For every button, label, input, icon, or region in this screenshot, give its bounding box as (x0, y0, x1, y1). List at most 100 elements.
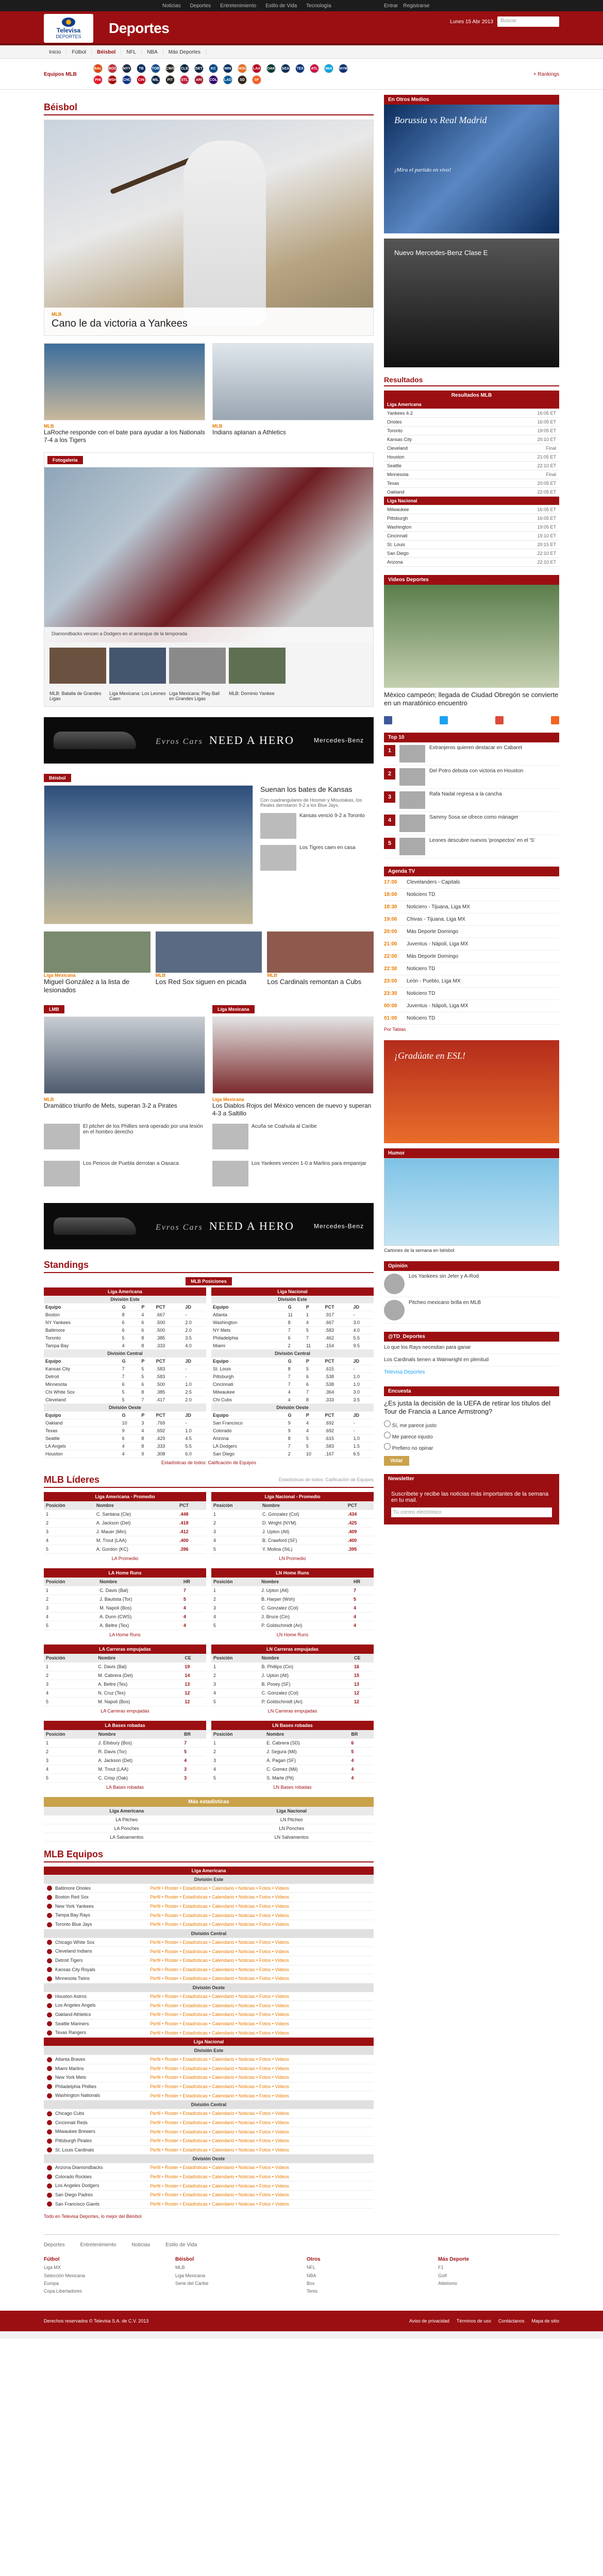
bottom-link[interactable]: Términos de uso (457, 2318, 491, 2324)
table-row[interactable]: 1 C. Santana (Cle) .448 (44, 1510, 206, 1519)
team-links[interactable]: Perfil • Roster • Estadísticas • Calenda… (147, 1892, 374, 1902)
player-name[interactable]: A. Beltre (Tex) (97, 1621, 181, 1630)
player-name[interactable]: A. Pagan (SF) (264, 1756, 349, 1765)
team-logo-icon[interactable]: NYM (339, 64, 348, 73)
team-name[interactable]: Los Angeles Dodgers (55, 2183, 99, 2188)
table-row[interactable]: Pittsburgh Pirates Perfil • Roster • Esta… (44, 2136, 374, 2146)
footer-nav-item[interactable]: Entretenimiento (80, 2242, 116, 2248)
team-logo-icon[interactable]: STL (180, 75, 189, 84)
table-row[interactable]: San Francisco 9 4.692- (211, 1419, 374, 1427)
story-card[interactable]: MLB Dramático triunfo de Mets, superan 3-… (44, 1016, 205, 1117)
bottom-link[interactable]: Aviso de privacidad (409, 2318, 449, 2324)
table-row[interactable]: Detroit 7 5.583- (44, 1372, 206, 1381)
table-row[interactable]: Oakland 10 3.769- (44, 1419, 206, 1427)
table-row[interactable]: LA Ponches LN Ponches (44, 1824, 374, 1833)
table-row[interactable]: Minnesota 6 6.500 1.0 (44, 1380, 206, 1388)
player-name[interactable]: C. Gonzalez (Col) (259, 1603, 351, 1613)
table-row[interactable]: Washington Nationals Perfil • Roster • Es… (44, 2091, 374, 2100)
team-name[interactable]: Cleveland Indians (55, 1948, 92, 1954)
table-row[interactable]: 5 S. Marte (Pit) 4 (211, 1773, 374, 1783)
tweet[interactable]: Los Cardinals tienen a Wainwright en ple… (384, 1354, 559, 1366)
player-name[interactable]: M. Napoli (Bos) (97, 1603, 181, 1613)
result-row[interactable]: Minnesota Final (384, 470, 559, 479)
team-links[interactable]: Perfil • Roster • Estadísticas • Calenda… (147, 2091, 374, 2100)
player-name[interactable]: P. Goldschmidt (Ari) (259, 1621, 351, 1630)
table-row[interactable]: 3 A. Pagan (SF) 4 (211, 1756, 374, 1765)
table-row[interactable]: 4 J. Bruce (Cin) 4 (211, 1612, 374, 1621)
table-row[interactable]: St. Louis 8 5.615- (211, 1365, 374, 1373)
table-row[interactable]: Tampa Bay 4 8.333 4.0 (44, 1342, 206, 1350)
result-row[interactable]: Arizona 22:10 ET (384, 557, 559, 567)
player-name[interactable]: A. Beltre (Tex) (96, 1680, 183, 1689)
player-name[interactable]: B. Phillips (Cin) (259, 1662, 352, 1671)
top10-headline[interactable]: Del Potro debuta con victoria en Houston (429, 768, 523, 786)
table-row[interactable]: 3 J. Mauer (Min) .412 (44, 1527, 206, 1536)
team-links[interactable]: Perfil • Roster • Estadísticas • Calenda… (147, 1992, 374, 2002)
team-name[interactable]: Boston Red Sox (55, 1894, 89, 1900)
team-links[interactable]: Perfil • Roster • Estadísticas • Calenda… (147, 2190, 374, 2200)
search-input[interactable]: Buscar (497, 16, 559, 27)
table-row[interactable]: Detroit Tigers Perfil • Roster • Estadíst… (44, 1956, 374, 1965)
table-row[interactable]: NY Yankees 6 6.500 2.0 (44, 1318, 206, 1327)
topbar-link-3[interactable]: Estilo de Vida (265, 3, 297, 9)
table-row[interactable]: Chicago Cubs Perfil • Roster • Estadístic… (44, 2109, 374, 2119)
player-name[interactable]: M. Trout (LAA) (96, 1765, 182, 1774)
story-headline[interactable]: Dramático triunfo de Mets, superan 3-2 a… (44, 1102, 205, 1110)
footer-link[interactable]: Golf (438, 2272, 559, 2280)
nav-item-futbol[interactable]: Fútbol (66, 49, 92, 55)
team-links[interactable]: Perfil • Roster • Estadísticas • Calenda… (147, 1910, 374, 1920)
small-headline[interactable]: Miguel González a la lista de lesionados (44, 978, 150, 995)
team-name[interactable]: Chicago White Sox (55, 1940, 95, 1945)
bottom-link[interactable]: Contáctanos (498, 2318, 525, 2324)
leader-more-link[interactable]: LN Bases robadas (211, 1783, 374, 1792)
table-row[interactable]: Houston Astros Perfil • Roster • Estadíst… (44, 1992, 374, 2002)
table-row[interactable]: 3 B. Posey (SF) 13 (211, 1680, 374, 1689)
story-headline[interactable]: LaRoche responde con el bate para ayudar… (44, 429, 205, 444)
table-row[interactable]: Cincinnati 7 6.538 1.0 (211, 1380, 374, 1388)
table-row[interactable]: Baltimore 6 6.500 2.0 (44, 1326, 206, 1334)
agenda-item[interactable]: 18:00 Noticiero TD (384, 889, 559, 901)
agenda-item[interactable]: 17:00 Clevelanders - Capitals (384, 876, 559, 889)
table-row[interactable]: 3 M. Napoli (Bos) 4 (44, 1603, 206, 1613)
agenda-item[interactable]: 21:00 Juventus - Nápoli, Liga MX (384, 938, 559, 951)
table-cell[interactable]: LA Pitcheo (44, 1815, 210, 1824)
poll-option[interactable]: Me parece injusto (384, 1430, 559, 1442)
table-row[interactable]: 1 J. Upton (Atl) 7 (211, 1586, 374, 1595)
team-links[interactable]: Perfil • Roster • Estadísticas • Calenda… (147, 2172, 374, 2182)
result-row[interactable]: Houston 21:05 ET (384, 452, 559, 462)
nav-item-nba[interactable]: NBA (142, 49, 163, 55)
table-row[interactable]: 1 J. Ellsbury (Bos) 7 (44, 1738, 206, 1748)
footer-link[interactable]: Atletismo (438, 2280, 559, 2287)
agenda-item[interactable]: 22:00 Más Deporte Domingo (384, 951, 559, 963)
ad-banner[interactable]: Evros Cars NEED A HERO Mercedes-Benz (44, 1202, 374, 1249)
team-logo-icon[interactable]: SF (252, 75, 261, 84)
team-name[interactable]: Los Angeles Angels (55, 2003, 96, 2008)
table-row[interactable]: Toronto 5 8.385 3.5 (44, 1334, 206, 1342)
leader-more-link[interactable]: LN Promedio (211, 1554, 374, 1563)
gallery-thumb-caption[interactable]: Liga Mexicana: Play Ball en Grandes Liga… (169, 691, 226, 701)
player-name[interactable]: A. Dunn (CWS) (97, 1612, 181, 1621)
agenda-item[interactable]: 20:00 Más Deporte Domingo (384, 926, 559, 938)
team-logo-icon[interactable]: OAK (266, 64, 276, 73)
agenda-item[interactable]: 23:30 Noticiero TD (384, 988, 559, 1000)
agenda-footer[interactable]: Por Tablas (384, 1025, 559, 1032)
player-name[interactable]: J. Bruce (Cin) (259, 1612, 351, 1621)
footer-link[interactable]: F1 (438, 2264, 559, 2272)
team-logo-icon[interactable]: MIA (324, 64, 333, 73)
top10-item[interactable]: 2 Del Potro debuta con victoria en Housto… (384, 766, 559, 789)
team-logo-icon[interactable]: BOS (108, 64, 117, 73)
player-name[interactable]: D. Wright (NYM) (260, 1518, 346, 1528)
team-logo-icon[interactable]: WSH (108, 75, 117, 84)
player-name[interactable]: B. Crawford (SF) (260, 1536, 346, 1545)
bottom-link[interactable]: Mapa de sitio (531, 2318, 559, 2324)
top10-headline[interactable]: Rafa Nadal regresa a la cancha (429, 791, 502, 809)
player-name[interactable]: J. Segura (Mil) (264, 1747, 349, 1756)
story-card[interactable]: Liga Mexicana Los Diablos Rojos del Méxic… (212, 1016, 374, 1117)
team-logo-icon[interactable]: PIT (165, 75, 175, 84)
gallery-thumb[interactable] (169, 648, 226, 684)
team-name[interactable]: New York Yankees (55, 1904, 94, 1909)
hero-headline[interactable]: Cano le da victoria a Yankees (52, 318, 366, 330)
player-name[interactable]: C. Gonzalez (Col) (259, 1688, 352, 1698)
table-row[interactable]: Seattle 6 8.429 4.5 (44, 1434, 206, 1443)
agenda-item[interactable]: 00:00 Juventus - Nápoli, Liga MX (384, 1000, 559, 1012)
